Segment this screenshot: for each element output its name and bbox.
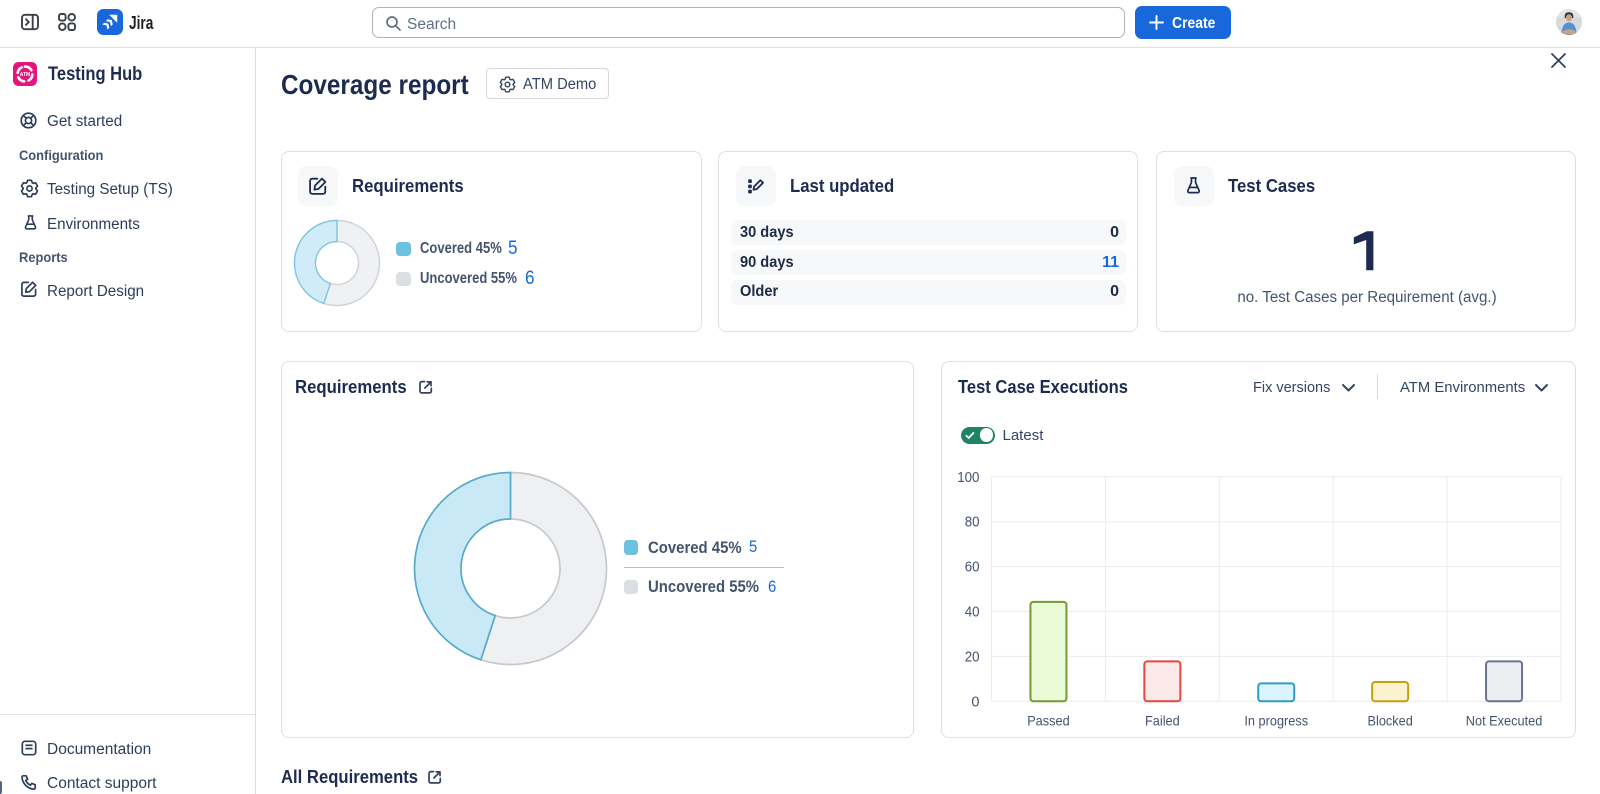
svg-text:0: 0: [971, 694, 979, 710]
svg-text:Blocked: Blocked: [1368, 712, 1413, 728]
svg-text:40: 40: [965, 605, 980, 621]
svg-text:20: 20: [965, 649, 980, 665]
svg-text:ATM: ATM: [20, 72, 30, 78]
svg-text:100: 100: [957, 470, 979, 486]
svg-text:Passed: Passed: [1027, 712, 1070, 728]
svg-text:In progress: In progress: [1244, 712, 1308, 728]
svg-text:60: 60: [965, 560, 980, 576]
svg-text:80: 80: [965, 515, 980, 531]
svg-text:Not Executed: Not Executed: [1466, 712, 1543, 728]
svg-text:Failed: Failed: [1145, 712, 1180, 728]
